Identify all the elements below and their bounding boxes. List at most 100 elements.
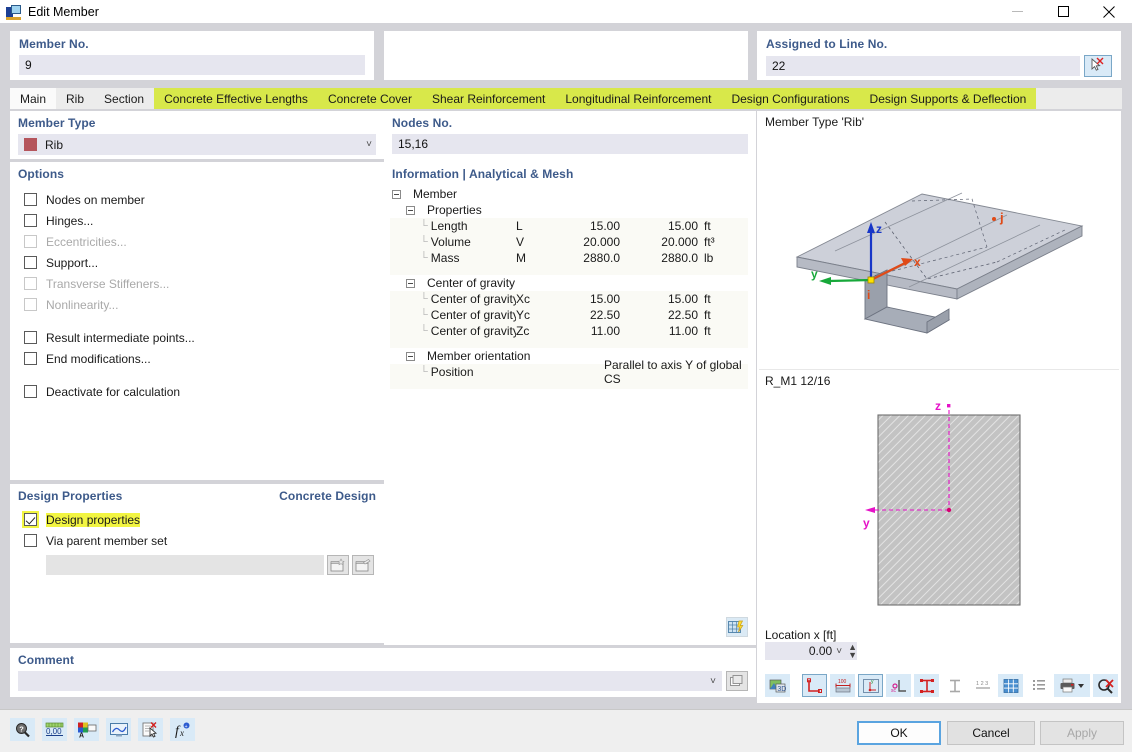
row-label: Position (431, 365, 474, 379)
node-label-j: j (999, 210, 1004, 225)
checkbox[interactable] (24, 352, 37, 365)
member-type-label: Member Type (18, 116, 376, 130)
option-label: Eccentricities... (46, 235, 127, 249)
checkbox[interactable] (24, 534, 37, 547)
location-x-stepper[interactable]: 0.00 ˅ ▲▼ (765, 642, 857, 660)
formula-button[interactable]: f x + (170, 718, 195, 741)
checkbox[interactable] (24, 256, 37, 269)
option-result-intermediate-points[interactable]: Result intermediate points... (24, 327, 384, 348)
member-3d-viewport[interactable]: z x y i j (757, 129, 1121, 369)
checkbox[interactable] (24, 193, 37, 206)
tab-rib[interactable]: Rib (56, 88, 94, 109)
minimize-icon[interactable] (994, 0, 1040, 23)
close-icon[interactable] (1086, 0, 1132, 23)
chevron-down-icon[interactable]: ˅ (836, 646, 842, 657)
tab-bar: Main Rib Section Concrete Effective Leng… (10, 88, 1122, 109)
maximize-icon[interactable] (1040, 0, 1086, 23)
collapse-icon[interactable] (406, 279, 415, 288)
table-row[interactable]: └Center of gravity Xc 15.00 15.00 ft (390, 291, 748, 307)
table-row[interactable]: └Center of gravity Yc 22.50 22.50 ft (390, 307, 748, 323)
collapse-icon[interactable] (392, 190, 401, 199)
table-row[interactable]: └Length L 15.00 15.00 ft (390, 218, 748, 234)
zoom-reset-icon (1097, 678, 1115, 694)
table-row[interactable]: └Volume V 20.000 20.000 ft³ (390, 234, 748, 250)
show-list-button[interactable] (1026, 674, 1051, 697)
comment-field[interactable]: ˅ (18, 671, 722, 691)
collapse-icon[interactable] (406, 352, 415, 361)
checkbox[interactable] (24, 385, 37, 398)
tree-node-center-of-gravity[interactable]: Center of gravity (390, 275, 748, 291)
cross-section-viewport[interactable]: z y (757, 388, 1121, 628)
collapse-icon[interactable] (406, 206, 415, 215)
table-row[interactable]: └Mass M 2880.0 2880.0 lb (390, 250, 748, 266)
option-end-modifications[interactable]: End modifications... (24, 348, 384, 369)
show-grid-button[interactable] (998, 674, 1023, 697)
checkbox (24, 277, 37, 290)
option-hinges[interactable]: Hinges... (24, 210, 384, 231)
pick-line-cursor-icon[interactable] (1084, 55, 1112, 77)
show-centroid-button[interactable]: sc (886, 674, 911, 697)
tab-shear-reinforcement[interactable]: Shear Reinforcement (422, 88, 555, 109)
via-parent-member-set-row[interactable]: Via parent member set (24, 530, 384, 551)
stress-points-icon (918, 678, 936, 694)
member-type-dropdown[interactable]: Rib ˅ (18, 134, 376, 155)
units-decimals-button[interactable]: 0,00 (42, 718, 67, 741)
parent-member-set-field[interactable] (46, 555, 324, 575)
table-row[interactable]: └Center of gravity Zc 11.00 11.00 ft (390, 323, 748, 339)
tab-design-supports-deflection[interactable]: Design Supports & Deflection (860, 88, 1037, 109)
options-gap-2 (10, 369, 384, 381)
show-axes-button[interactable]: y (858, 674, 883, 697)
apply-button: Apply (1040, 721, 1124, 745)
design-properties-checkbox-row[interactable]: Design properties (24, 509, 384, 530)
row-symbol: M (516, 251, 556, 265)
option-support[interactable]: Support... (24, 252, 384, 273)
nodes-no-field[interactable]: 15,16 (392, 134, 748, 154)
table-lightning-icon[interactable] (726, 617, 748, 637)
ok-button[interactable]: OK (857, 721, 941, 745)
row-value-1: 15.00 (556, 219, 626, 233)
grid-icon (1002, 678, 1020, 694)
list-icon (1030, 678, 1048, 694)
show-dimensions-button[interactable]: 100 (830, 674, 855, 697)
row-symbol: Zc (516, 324, 556, 338)
zoom-reset-button[interactable] (1093, 674, 1118, 697)
help-button[interactable]: ? (10, 718, 35, 741)
tree-node-properties[interactable]: Properties (390, 202, 748, 218)
tab-concrete-effective-lengths[interactable]: Concrete Effective Lengths (154, 88, 318, 109)
cancel-button[interactable]: Cancel (947, 721, 1035, 745)
show-profile-button[interactable] (942, 674, 967, 697)
svg-text:x: x (179, 728, 184, 738)
tab-section[interactable]: Section (94, 88, 154, 109)
svg-text:0,00: 0,00 (46, 727, 62, 736)
row-value-1: 15.00 (556, 292, 626, 306)
axis-label-y: y (863, 516, 870, 530)
comment-library-icon[interactable] (726, 671, 748, 691)
tab-concrete-cover[interactable]: Concrete Cover (318, 88, 422, 109)
table-row[interactable]: └Position Parallel to axis Y of global C… (390, 364, 748, 380)
print-button[interactable] (1054, 674, 1090, 697)
checkbox[interactable] (24, 331, 37, 344)
new-member-set-icon[interactable] (327, 555, 349, 575)
option-deactivate-for-calculation[interactable]: Deactivate for calculation (24, 381, 384, 402)
show-section-button[interactable] (802, 674, 827, 697)
checkbox[interactable] (24, 214, 37, 227)
option-nodes-on-member[interactable]: Nodes on member (24, 189, 384, 210)
section-profile-icon (946, 678, 964, 694)
tab-longitudinal-reinforcement[interactable]: Longitudinal Reinforcement (555, 88, 721, 109)
view-mode-button[interactable] (106, 718, 131, 741)
assigned-line-field[interactable]: 22 (766, 56, 1080, 76)
edit-member-set-icon[interactable] (352, 555, 374, 575)
member-no-field[interactable]: 9 (19, 55, 365, 75)
spinner-icon[interactable]: ▲▼ (848, 643, 857, 659)
tab-main[interactable]: Main (10, 88, 56, 109)
show-stress-points-button[interactable] (914, 674, 939, 697)
select-object-button[interactable] (138, 718, 163, 741)
tree-node-label: Center of gravity (427, 276, 515, 290)
display-properties-button[interactable]: A (74, 718, 99, 741)
checkbox[interactable] (24, 513, 37, 526)
chevron-down-icon[interactable]: ˅ (710, 676, 716, 687)
show-numbering-button[interactable]: 1 2 3 (970, 674, 995, 697)
render-mode-button[interactable]: 3D (765, 674, 790, 697)
tree-node-member[interactable]: Member (390, 186, 748, 202)
tab-design-configurations[interactable]: Design Configurations (721, 88, 859, 109)
